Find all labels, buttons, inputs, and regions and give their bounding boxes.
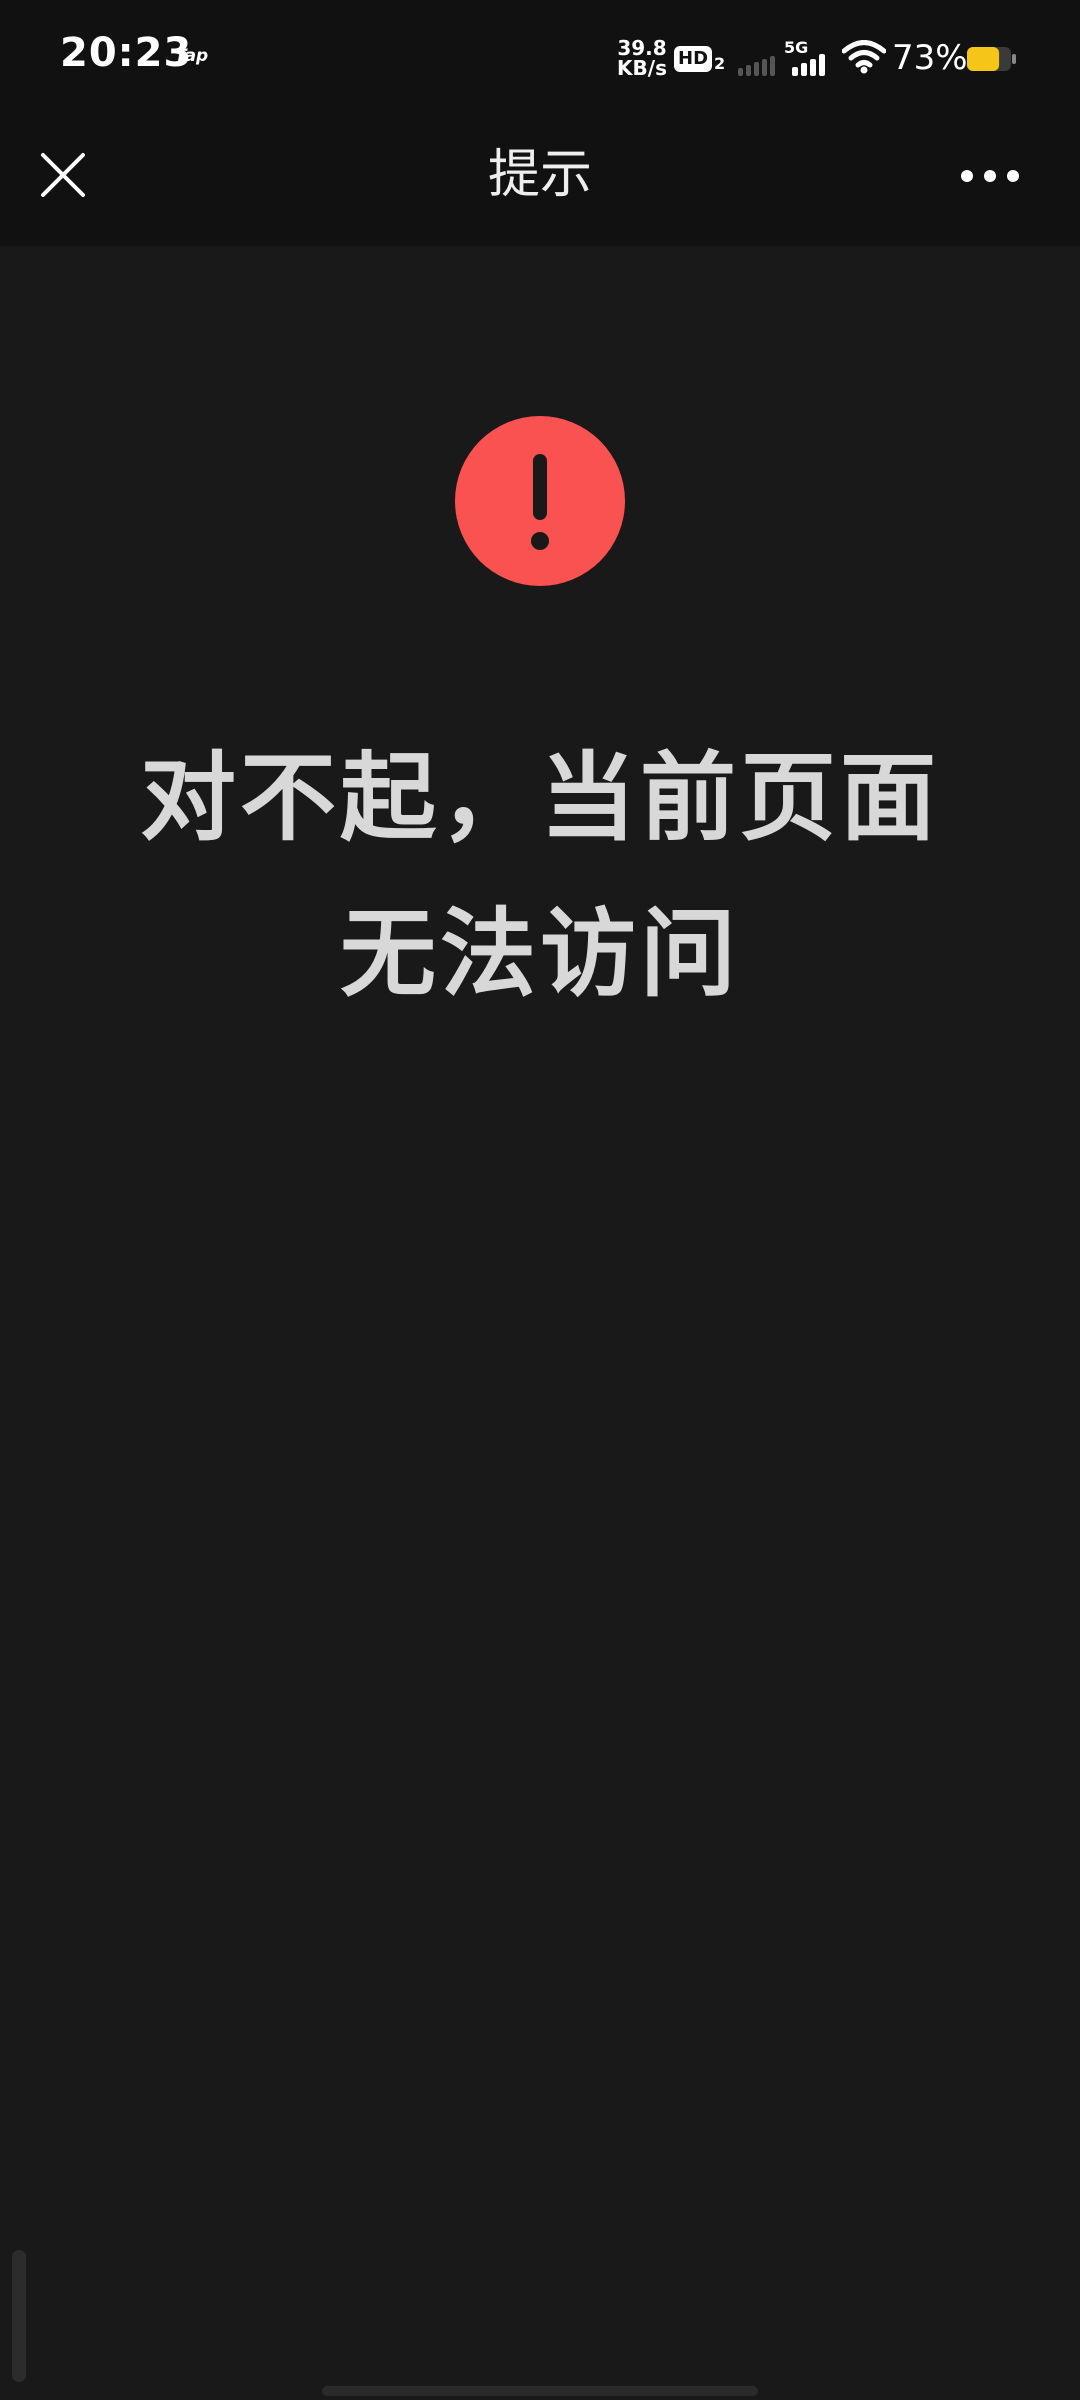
- hd-label: HD: [674, 46, 713, 72]
- signal-sim1-icon: [738, 56, 775, 76]
- close-button[interactable]: [30, 142, 96, 208]
- network-speed-unit: KB/s: [617, 56, 667, 80]
- home-indicator[interactable]: [322, 2386, 758, 2396]
- close-icon: [41, 153, 85, 197]
- status-time: 20:23: [60, 30, 193, 76]
- error-message: 对不起，当前页面 无法访问: [100, 720, 980, 1032]
- exclamation-bar: [533, 454, 547, 520]
- edge-panel-handle[interactable]: [12, 2250, 26, 2382]
- wifi-icon: [842, 40, 886, 74]
- signal-bars-icon: [792, 54, 825, 76]
- battery-icon: [967, 47, 1016, 71]
- network-speed: 39.8 KB/s: [614, 38, 670, 78]
- hd-voice-icon: HD 2: [674, 42, 725, 72]
- error-message-line1: 对不起，当前页面: [140, 742, 940, 854]
- battery-percent: 73%: [892, 38, 968, 78]
- page-title: 提示: [487, 145, 592, 205]
- error-message-line2: 无法访问: [340, 898, 740, 1010]
- status-bar: 20:23 Tap 39.8 KB/s HD 2 5G 73%: [0, 0, 1080, 118]
- nav-bar: 提示: [0, 118, 1080, 246]
- signal-sim2-icon: 5G: [784, 40, 834, 76]
- exclamation-dot: [531, 532, 549, 550]
- more-button[interactable]: [950, 148, 1030, 204]
- exclamation-icon: [455, 416, 625, 586]
- status-app-label: Tap: [175, 46, 209, 66]
- more-icon: [961, 170, 1019, 182]
- network-speed-value: 39.8: [617, 36, 667, 60]
- hd-sub: 2: [714, 54, 726, 73]
- screen: 20:23 Tap 39.8 KB/s HD 2 5G 73% 提示 对不起，当…: [0, 0, 1080, 2400]
